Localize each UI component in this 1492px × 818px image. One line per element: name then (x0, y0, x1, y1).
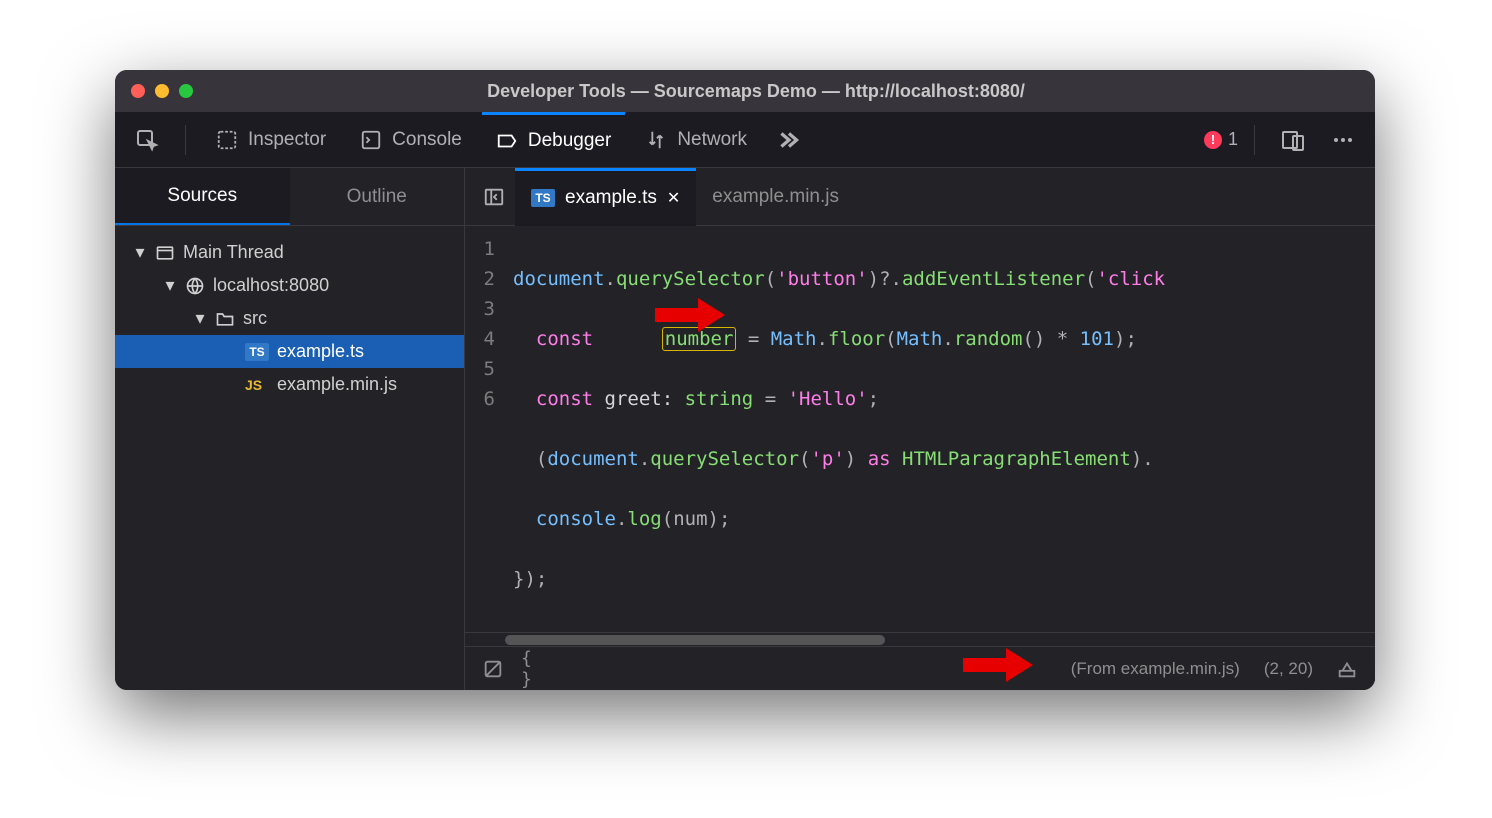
sidebar-tab-outline[interactable]: Outline (290, 168, 465, 225)
chevron-down-icon: ▾ (133, 242, 147, 263)
tab-inspector[interactable]: Inspector (202, 112, 340, 168)
file-tab-label: example.ts (565, 187, 657, 209)
source-mapped-from: (From example.min.js) (1071, 659, 1240, 679)
editor-tabs: TS example.ts ✕ example.min.js (465, 168, 1375, 226)
editor-statusbar: { } (From example.min.js) (2, 20) (465, 646, 1375, 690)
sources-tree: ▾ Main Thread ▾ localhost:8080 ▾ src TS (115, 226, 464, 411)
tree-file-ts-label: example.ts (277, 341, 364, 362)
close-tab-icon[interactable]: ✕ (667, 188, 680, 208)
blackbox-icon[interactable] (479, 655, 507, 683)
chevron-down-icon: ▾ (193, 308, 207, 329)
pretty-print-icon[interactable]: { } (521, 655, 549, 683)
scrollbar-thumb[interactable] (505, 635, 885, 645)
tree-folder-src[interactable]: ▾ src (115, 302, 464, 335)
divider (185, 125, 186, 155)
window-maximize-button[interactable] (179, 84, 193, 98)
sidebar-tab-sources[interactable]: Sources (115, 168, 290, 225)
tab-network-label: Network (677, 129, 747, 151)
tree-host[interactable]: ▾ localhost:8080 (115, 269, 464, 302)
globe-icon (185, 276, 205, 296)
tree-main-thread-label: Main Thread (183, 242, 284, 263)
file-tab-label: example.min.js (712, 186, 839, 208)
editor-pane: TS example.ts ✕ example.min.js 1 2 3 4 5… (465, 168, 1375, 690)
tab-console[interactable]: Console (346, 112, 476, 168)
titlebar: Developer Tools — Sourcemaps Demo — http… (115, 70, 1375, 112)
code-content[interactable]: document.querySelector('button')?.addEve… (505, 226, 1375, 632)
tab-inspector-label: Inspector (248, 129, 326, 151)
horizontal-scrollbar[interactable] (465, 632, 1375, 646)
code-editor[interactable]: 1 2 3 4 5 6 document.querySelector('butt… (465, 226, 1375, 632)
tab-debugger-label: Debugger (528, 130, 611, 152)
tree-host-label: localhost:8080 (213, 275, 329, 296)
window-close-button[interactable] (131, 84, 145, 98)
sourcemap-icon[interactable] (1333, 655, 1361, 683)
sources-sidebar: Sources Outline ▾ Main Thread ▾ localhos… (115, 168, 465, 690)
tabs-overflow-icon[interactable] (767, 118, 811, 162)
tree-file-example-min-js[interactable]: JS example.min.js (115, 368, 464, 401)
ts-icon: TS (531, 189, 555, 207)
highlighted-token: number (662, 327, 737, 351)
picker-icon[interactable] (125, 118, 169, 162)
tree-main-thread[interactable]: ▾ Main Thread (115, 236, 464, 269)
toolbar: Inspector Console Debugger Network ! 1 (115, 112, 1375, 168)
traffic-lights (131, 84, 193, 98)
errors-count: 1 (1228, 129, 1238, 150)
folder-icon (215, 309, 235, 329)
tree-folder-label: src (243, 308, 267, 329)
tab-console-label: Console (392, 129, 462, 151)
file-tab-example-min-js[interactable]: example.min.js (696, 168, 855, 226)
divider (1254, 125, 1255, 155)
window-title: Developer Tools — Sourcemaps Demo — http… (213, 81, 1299, 102)
chevron-down-icon: ▾ (163, 275, 177, 296)
file-tab-example-ts[interactable]: TS example.ts ✕ (515, 168, 696, 226)
tab-debugger[interactable]: Debugger (482, 112, 625, 168)
errors-badge[interactable]: ! 1 (1204, 129, 1238, 150)
tree-file-js-label: example.min.js (277, 374, 397, 395)
tab-network[interactable]: Network (631, 112, 761, 168)
cursor-position: (2, 20) (1264, 659, 1313, 679)
meatball-menu-icon[interactable] (1321, 118, 1365, 162)
devtools-window: Developer Tools — Sourcemaps Demo — http… (115, 70, 1375, 690)
line-gutter: 1 2 3 4 5 6 (465, 226, 505, 632)
error-icon: ! (1204, 131, 1222, 149)
ts-icon: TS (245, 343, 269, 361)
tree-file-example-ts[interactable]: TS example.ts (115, 335, 464, 368)
responsive-mode-icon[interactable] (1271, 118, 1315, 162)
window-minimize-button[interactable] (155, 84, 169, 98)
js-icon: JS (245, 377, 269, 393)
toggle-sidebar-icon[interactable] (473, 176, 515, 218)
window-icon (155, 243, 175, 263)
